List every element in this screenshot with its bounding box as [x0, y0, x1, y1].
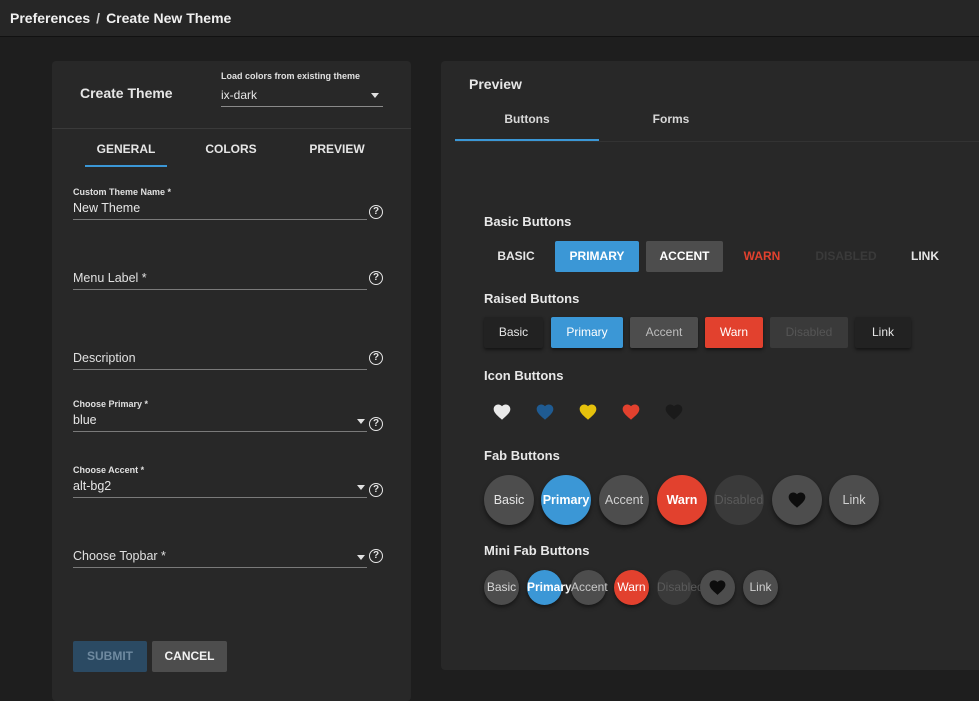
tab-general[interactable]: GENERAL [85, 129, 167, 167]
menu-label-field: Menu Label * [73, 267, 367, 290]
breadcrumb: Preferences / Create New Theme [10, 10, 231, 26]
mini-fab-accent-button[interactable]: Accent [571, 570, 608, 605]
load-colors-label: Load colors from existing theme [221, 71, 361, 81]
description-field: Description [73, 347, 367, 370]
submit-button[interactable]: SUBMIT [73, 641, 147, 672]
fab-warn-button[interactable]: Warn [657, 475, 707, 525]
custom-theme-name-field: Custom Theme Name * New Theme [73, 187, 367, 220]
primary-button[interactable]: PRIMARY [555, 241, 639, 272]
menu-label-placeholder: Menu Label * [73, 271, 147, 285]
fab-accent-button[interactable]: Accent [599, 475, 649, 525]
raised-warn-button[interactable]: Warn [705, 317, 763, 348]
tab-forms[interactable]: Forms [599, 105, 743, 139]
preview-title: Preview [469, 76, 522, 92]
choose-primary-value: blue [73, 413, 97, 427]
mini-fab-buttons-title: Mini Fab Buttons [484, 543, 590, 558]
heart-icon [788, 492, 806, 508]
fab-heart-button[interactable] [772, 475, 822, 525]
custom-theme-name-input[interactable]: New Theme [73, 197, 367, 220]
choose-accent-select[interactable]: alt-bg2 [73, 475, 367, 498]
chevron-down-icon [357, 419, 365, 424]
load-colors-value: ix-dark [221, 88, 258, 102]
topbar: Preferences / Create New Theme [0, 0, 979, 36]
mini-fab-link-button[interactable]: Link [743, 570, 778, 605]
choose-primary-label: Choose Primary * [73, 399, 149, 409]
raised-accent-button[interactable]: Accent [630, 317, 698, 348]
raised-disabled-button: Disabled [770, 317, 848, 348]
raised-buttons-title: Raised Buttons [484, 291, 580, 306]
heart-icon-warn[interactable] [621, 402, 641, 422]
heart-icon-accent[interactable] [578, 402, 598, 422]
fab-buttons-title: Fab Buttons [484, 448, 560, 463]
choose-topbar-field: Choose Topbar * [73, 545, 367, 568]
fab-basic-button[interactable]: Basic [484, 475, 534, 525]
mini-fab-heart-button[interactable] [700, 570, 735, 605]
help-icon[interactable]: ? [369, 351, 383, 365]
basic-button[interactable]: BASIC [484, 241, 548, 272]
heart-icon [709, 580, 726, 595]
heart-icon-disabled [665, 404, 683, 420]
load-colors-select[interactable]: ix-dark [221, 86, 383, 107]
tab-colors[interactable]: COLORS [190, 129, 272, 165]
fab-disabled-button: Disabled [714, 475, 764, 525]
chevron-down-icon [357, 485, 365, 490]
raised-basic-button[interactable]: Basic [484, 317, 543, 348]
raised-primary-button[interactable]: Primary [551, 317, 623, 348]
help-icon[interactable]: ? [369, 549, 383, 563]
basic-buttons-title: Basic Buttons [484, 214, 572, 229]
heart-icon-primary[interactable] [535, 402, 555, 422]
preview-card: Preview Buttons Forms Basic Buttons BASI… [441, 61, 979, 670]
choose-accent-field: Choose Accent * alt-bg2 [73, 465, 367, 498]
fab-primary-button[interactable]: Primary [541, 475, 591, 525]
custom-theme-name-value: New Theme [73, 201, 141, 215]
breadcrumb-separator: / [96, 10, 101, 26]
link-button[interactable]: LINK [897, 241, 953, 272]
chevron-down-icon [357, 555, 365, 560]
accent-button[interactable]: ACCENT [646, 241, 723, 272]
choose-primary-select[interactable]: blue [73, 409, 367, 432]
fab-link-button[interactable]: Link [829, 475, 879, 525]
heart-icon-basic[interactable] [492, 402, 512, 422]
preview-tabs: Buttons Forms [455, 105, 979, 142]
tab-preview[interactable]: PREVIEW [296, 129, 378, 165]
help-icon[interactable]: ? [369, 483, 383, 497]
icon-buttons-title: Icon Buttons [484, 368, 564, 383]
breadcrumb-parent[interactable]: Preferences [10, 10, 90, 26]
chevron-down-icon [371, 93, 379, 98]
custom-theme-name-label: Custom Theme Name * [73, 187, 172, 197]
warn-button[interactable]: WARN [730, 241, 794, 272]
choose-topbar-select[interactable]: Choose Topbar * [73, 545, 367, 568]
choose-primary-field: Choose Primary * blue [73, 399, 367, 432]
cancel-button[interactable]: CANCEL [152, 641, 227, 672]
help-icon[interactable]: ? [369, 205, 383, 219]
tab-buttons[interactable]: Buttons [455, 105, 599, 141]
description-input[interactable]: Description [73, 347, 367, 370]
mini-fab-warn-button[interactable]: Warn [614, 570, 649, 605]
help-icon[interactable]: ? [369, 417, 383, 431]
choose-accent-label: Choose Accent * [73, 465, 145, 475]
card-title: Create Theme [80, 85, 173, 101]
choose-topbar-placeholder: Choose Topbar * [73, 549, 166, 563]
help-icon[interactable]: ? [369, 271, 383, 285]
mini-fab-basic-button[interactable]: Basic [484, 570, 519, 605]
mini-fab-primary-button[interactable]: Primary [527, 570, 572, 605]
description-placeholder: Description [73, 351, 136, 365]
raised-link-button[interactable]: Link [855, 317, 911, 348]
mini-fab-disabled-button: Disabled [657, 570, 704, 605]
choose-accent-value: alt-bg2 [73, 479, 112, 493]
create-theme-card: Create Theme Load colors from existing t… [52, 61, 411, 701]
menu-label-input[interactable]: Menu Label * [73, 267, 367, 290]
form-tabs: GENERAL COLORS PREVIEW [52, 129, 411, 167]
disabled-button: DISABLED [815, 249, 877, 263]
breadcrumb-current: Create New Theme [106, 10, 232, 26]
